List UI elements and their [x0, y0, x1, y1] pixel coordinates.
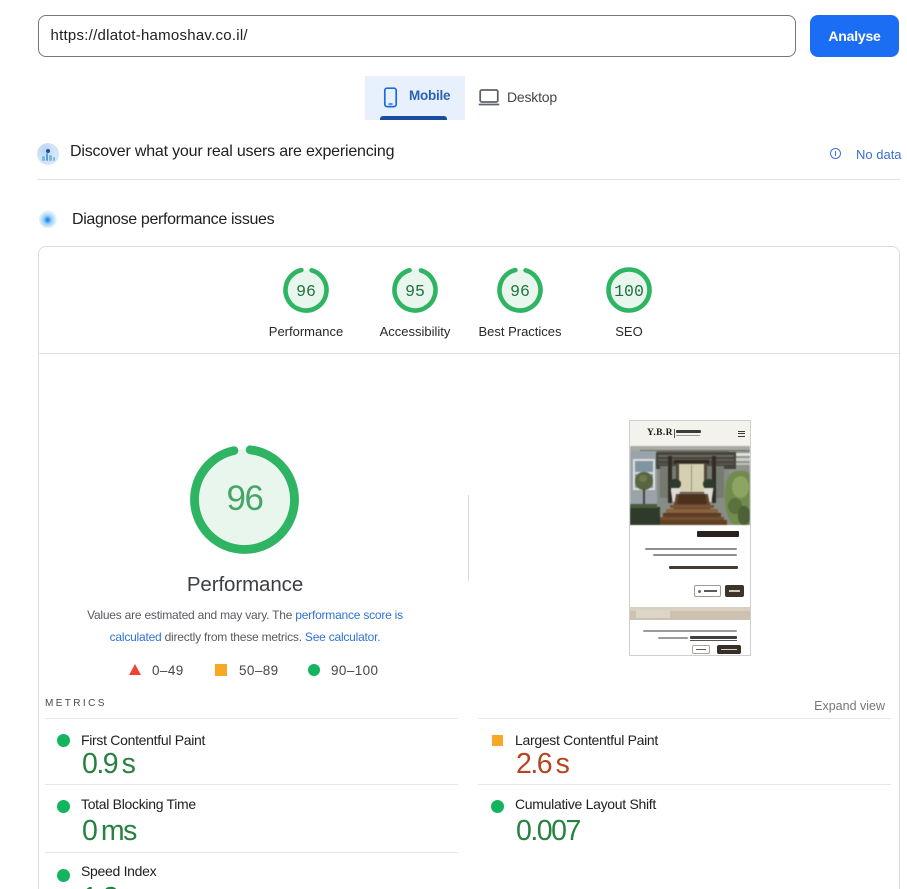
svg-text:96: 96 — [510, 282, 530, 301]
svg-text:95: 95 — [405, 282, 425, 301]
svg-text:100: 100 — [614, 282, 644, 301]
svg-text:96: 96 — [227, 479, 263, 518]
svg-text:96: 96 — [296, 282, 316, 301]
